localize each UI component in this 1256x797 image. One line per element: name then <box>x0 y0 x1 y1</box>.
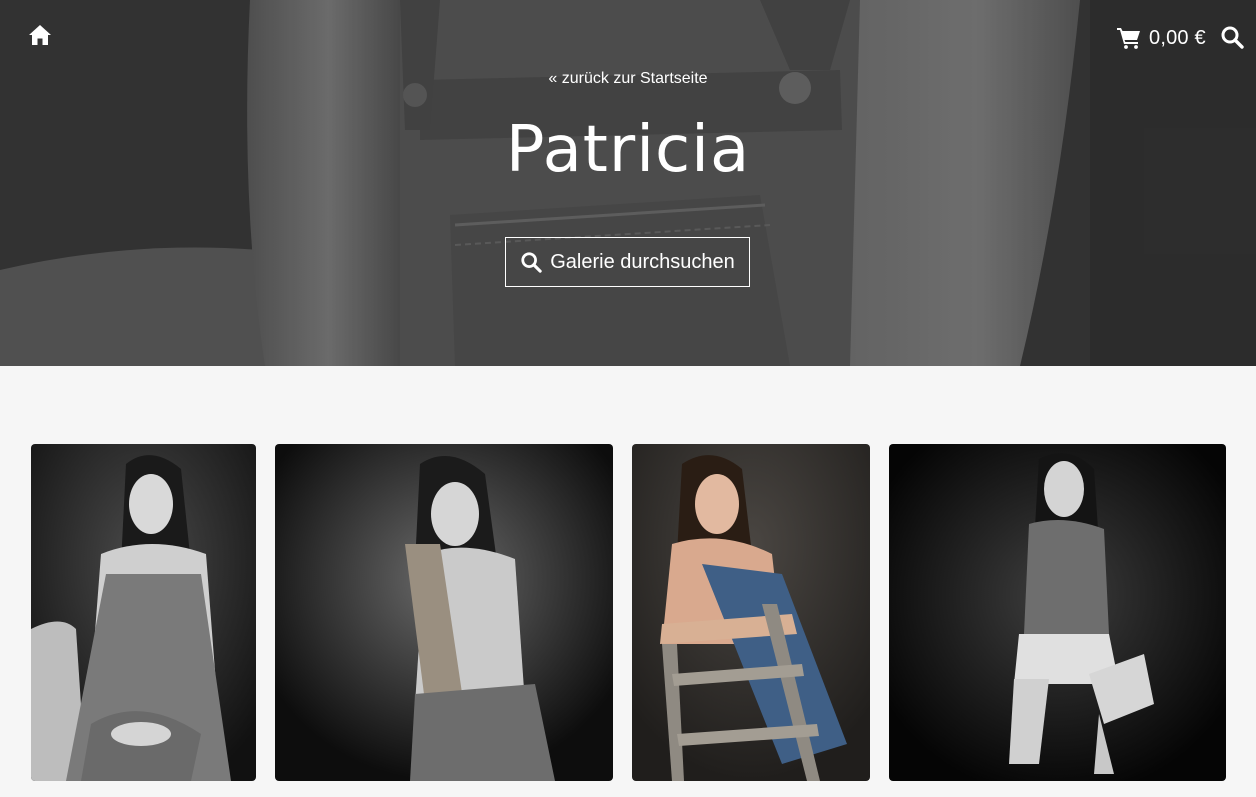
photo-image <box>31 444 256 781</box>
gallery-hero: 0,00 € « zurück zur Startseite Patricia … <box>0 0 1256 366</box>
cart-icon <box>1117 28 1140 49</box>
photo-image <box>275 444 613 781</box>
search-icon <box>1221 26 1244 49</box>
gallery-search-button[interactable]: Galerie durchsuchen <box>505 237 750 287</box>
cart-total: 0,00 € <box>1149 26 1206 49</box>
back-to-home-link[interactable]: « zurück zur Startseite <box>0 70 1256 88</box>
cart-button[interactable]: 0,00 € <box>1117 23 1206 53</box>
gallery-title: Patricia <box>505 113 751 187</box>
gallery-photo[interactable] <box>31 444 256 781</box>
search-icon <box>521 252 542 273</box>
search-button[interactable] <box>1220 25 1244 49</box>
gallery-photo[interactable] <box>632 444 870 781</box>
gallery-search-label: Galerie durchsuchen <box>550 250 735 273</box>
photo-image <box>632 444 870 781</box>
gallery-photo[interactable] <box>275 444 613 781</box>
back-link-label: « zurück zur Startseite <box>548 70 708 87</box>
home-icon <box>29 25 51 45</box>
photo-image <box>889 444 1226 781</box>
home-button[interactable] <box>27 22 53 48</box>
gallery-photo[interactable] <box>889 444 1226 781</box>
